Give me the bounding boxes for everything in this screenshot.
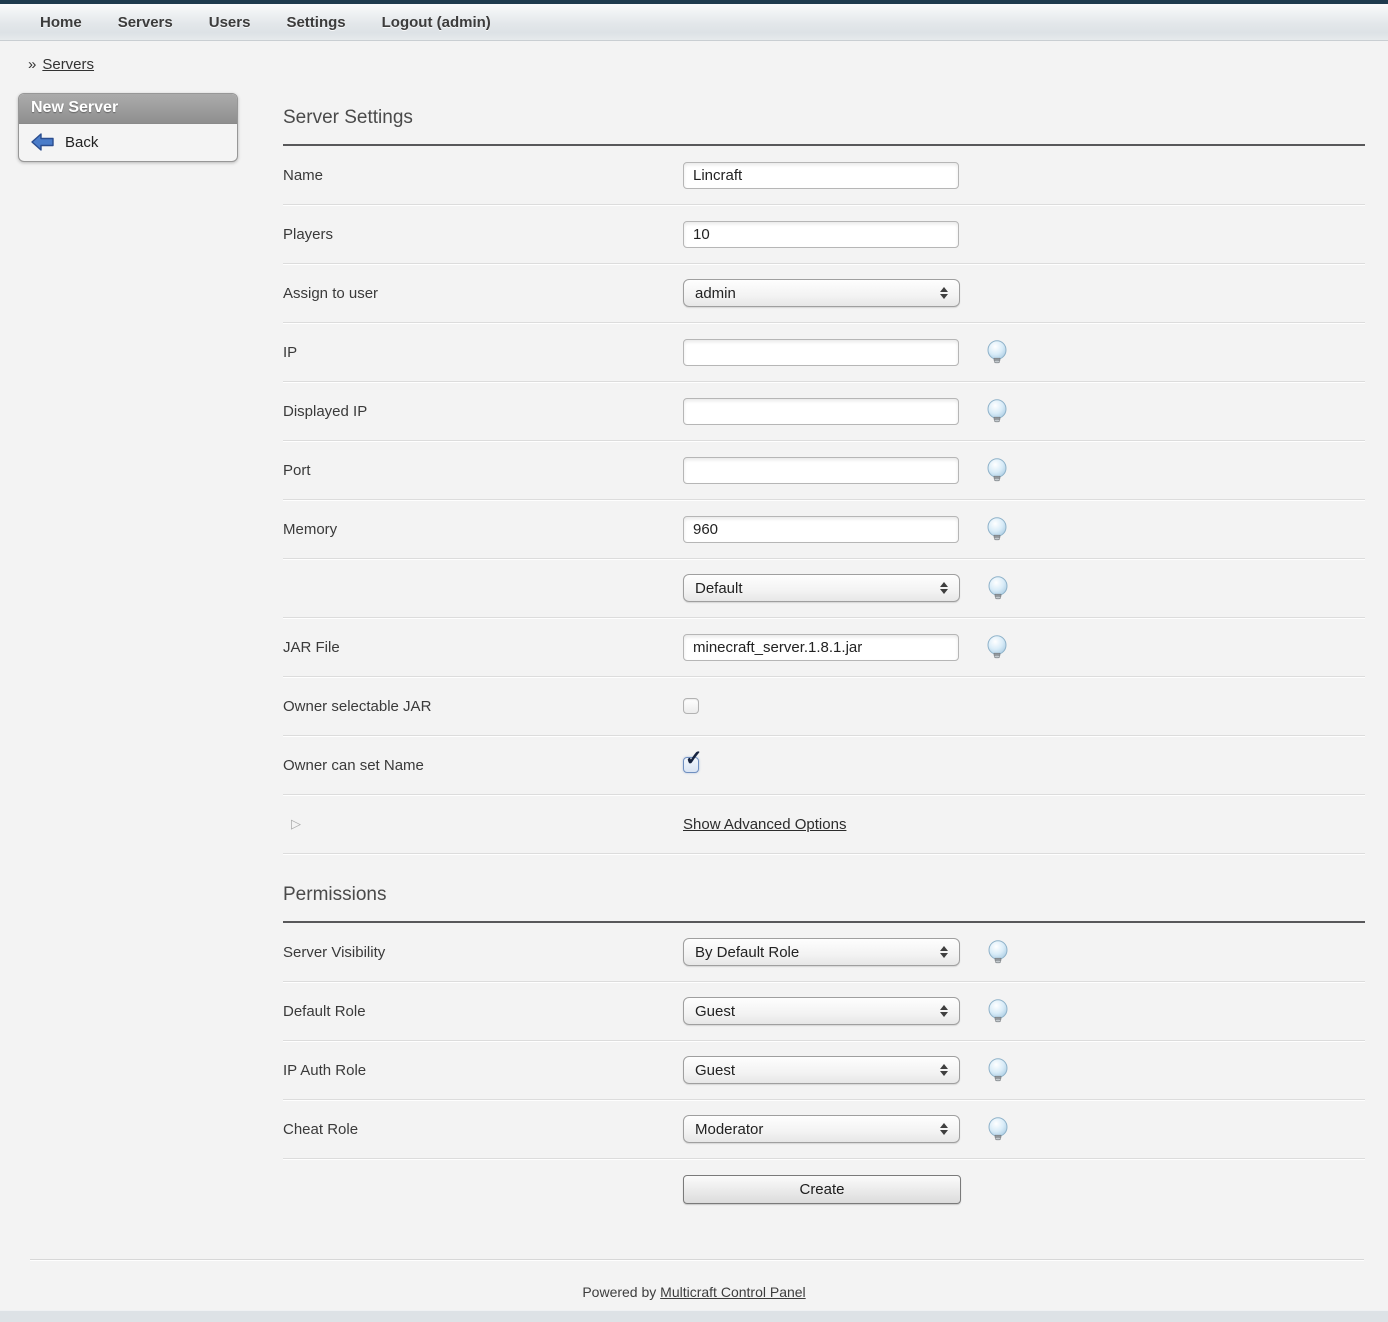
lightbulb-hint-icon[interactable]: [987, 940, 1009, 965]
ip-auth-role-select[interactable]: Guest: [683, 1056, 960, 1084]
form-row-default-role: Default Role Guest: [283, 982, 1365, 1041]
select-value: admin: [695, 285, 736, 302]
field-label: Memory: [283, 521, 683, 538]
field-label: IP: [283, 344, 683, 361]
create-button[interactable]: Create: [683, 1175, 961, 1204]
lightbulb-hint-icon[interactable]: [987, 576, 1009, 601]
field-label: Cheat Role: [283, 1121, 683, 1138]
lightbulb-hint-icon[interactable]: [987, 1058, 1009, 1083]
form-row-ip: IP: [283, 323, 1365, 382]
assign-user-select[interactable]: admin: [683, 279, 960, 307]
lightbulb-hint-icon[interactable]: [986, 458, 1008, 483]
form-row-owner-selectable-jar: Owner selectable JAR: [283, 677, 1365, 736]
nav-item-users[interactable]: Users: [209, 14, 251, 31]
back-label: Back: [65, 134, 98, 151]
field-label: Players: [283, 226, 683, 243]
ip-input[interactable]: [683, 339, 959, 366]
field-label: Server Visibility: [283, 944, 683, 961]
select-value: By Default Role: [695, 944, 799, 961]
form-row-server-visibility: Server Visibility By Default Role: [283, 923, 1365, 982]
form-row-assign-user: Assign to user admin: [283, 264, 1365, 323]
back-button[interactable]: Back: [31, 133, 225, 151]
field-label: JAR File: [283, 639, 683, 656]
form-row-memory: Memory: [283, 500, 1365, 559]
select-stepper-icon: [940, 582, 948, 594]
form-row-owner-can-set-name: Owner can set Name ✓: [283, 736, 1365, 795]
select-value: Moderator: [695, 1121, 763, 1138]
new-server-menu-box: New Server Back: [18, 93, 238, 162]
jar-file-input[interactable]: [683, 634, 959, 661]
menu-box-body: Back: [19, 124, 237, 161]
lightbulb-hint-icon[interactable]: [986, 399, 1008, 424]
memory-input[interactable]: [683, 516, 959, 543]
field-label: Default Role: [283, 1003, 683, 1020]
powered-by-text: Powered by: [582, 1284, 660, 1300]
form-row-name: Name: [283, 146, 1365, 205]
default-select[interactable]: Default: [683, 574, 960, 602]
server-settings-heading: Server Settings: [283, 107, 1365, 129]
create-button-row: Create: [283, 1159, 1365, 1219]
lightbulb-hint-icon[interactable]: [986, 635, 1008, 660]
cheat-role-select[interactable]: Moderator: [683, 1115, 960, 1143]
field-label: Name: [283, 167, 683, 184]
server-visibility-select[interactable]: By Default Role: [683, 938, 960, 966]
footer: Powered by Multicraft Control Panel: [0, 1260, 1388, 1310]
form-row-jar-file: JAR File: [283, 618, 1365, 677]
form-row-port: Port: [283, 441, 1365, 500]
nav-item-servers[interactable]: Servers: [118, 14, 173, 31]
breadcrumb-link-servers[interactable]: Servers: [42, 56, 94, 73]
field-label: Assign to user: [283, 285, 683, 302]
field-label: Owner can set Name: [283, 757, 683, 774]
lightbulb-hint-icon[interactable]: [987, 1117, 1009, 1142]
lightbulb-hint-icon[interactable]: [986, 340, 1008, 365]
bottom-strip: [0, 1310, 1388, 1322]
field-label: Owner selectable JAR: [283, 698, 683, 715]
main-navbar: Home Servers Users Settings Logout (admi…: [0, 4, 1388, 41]
content-area: New Server Back Server Settings Name: [0, 83, 1388, 1219]
nav-item-settings[interactable]: Settings: [286, 14, 345, 31]
nav-item-logout[interactable]: Logout (admin): [382, 14, 491, 31]
multicraft-link[interactable]: Multicraft Control Panel: [660, 1284, 806, 1300]
port-input[interactable]: [683, 457, 959, 484]
checkmark-icon: ✓: [685, 748, 703, 769]
name-input[interactable]: [683, 162, 959, 189]
form-row-cheat-role: Cheat Role Moderator: [283, 1100, 1365, 1159]
select-value: Default: [695, 580, 743, 597]
back-arrow-icon: [31, 133, 55, 151]
main-panel: Server Settings Name Players Assign to u…: [283, 83, 1365, 1219]
breadcrumb: » Servers: [0, 41, 1388, 83]
form-row-default-profile: Default: [283, 559, 1365, 618]
field-label: Displayed IP: [283, 403, 683, 420]
select-stepper-icon: [940, 1123, 948, 1135]
lightbulb-hint-icon[interactable]: [986, 517, 1008, 542]
displayed-ip-input[interactable]: [683, 398, 959, 425]
owner-selectable-jar-checkbox[interactable]: [683, 698, 699, 714]
select-stepper-icon: [940, 1005, 948, 1017]
players-input[interactable]: [683, 221, 959, 248]
form-row-advanced-options: ▷ Show Advanced Options: [283, 795, 1365, 854]
permissions-heading: Permissions: [283, 884, 1365, 906]
show-advanced-options-link[interactable]: Show Advanced Options: [683, 816, 846, 833]
select-value: Guest: [695, 1003, 735, 1020]
field-label: Port: [283, 462, 683, 479]
form-row-ip-auth-role: IP Auth Role Guest: [283, 1041, 1365, 1100]
owner-can-set-name-checkbox[interactable]: ✓: [683, 757, 699, 773]
select-stepper-icon: [940, 287, 948, 299]
menu-box-title: New Server: [19, 94, 237, 124]
select-stepper-icon: [940, 946, 948, 958]
breadcrumb-marker: »: [28, 56, 36, 73]
disclosure-triangle-icon[interactable]: ▷: [283, 816, 683, 832]
default-role-select[interactable]: Guest: [683, 997, 960, 1025]
nav-item-home[interactable]: Home: [40, 14, 82, 31]
lightbulb-hint-icon[interactable]: [987, 999, 1009, 1024]
select-value: Guest: [695, 1062, 735, 1079]
form-row-players: Players: [283, 205, 1365, 264]
form-row-displayed-ip: Displayed IP: [283, 382, 1365, 441]
field-label: IP Auth Role: [283, 1062, 683, 1079]
select-stepper-icon: [940, 1064, 948, 1076]
